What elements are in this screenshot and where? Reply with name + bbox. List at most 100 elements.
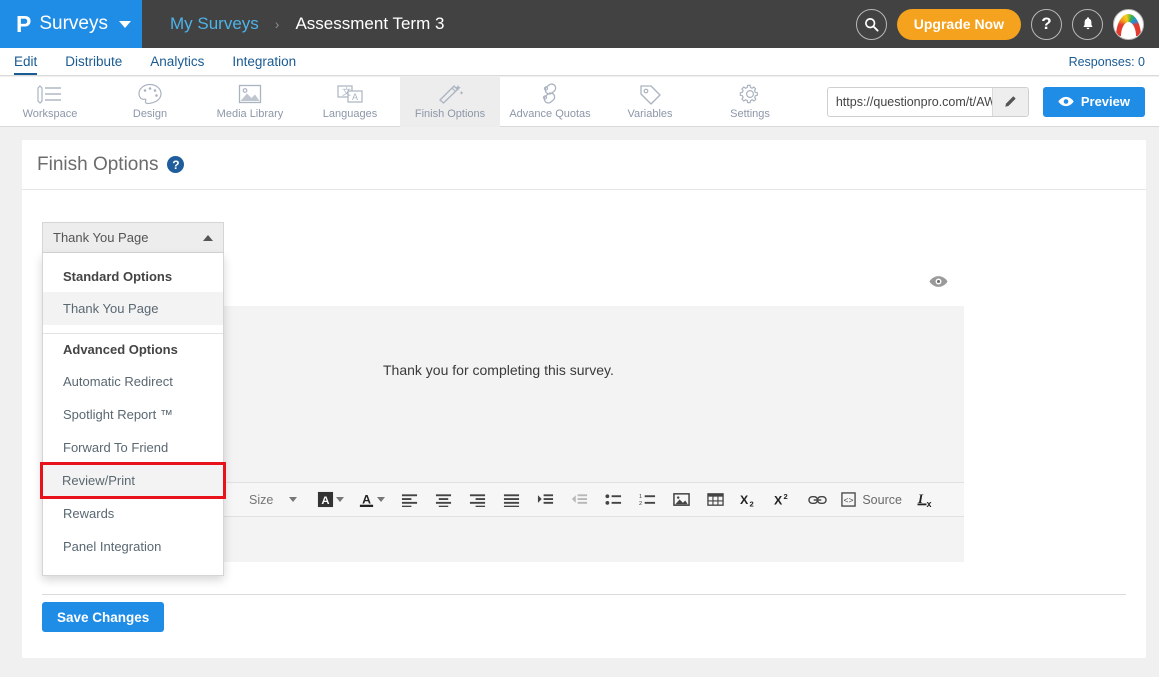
toolbar-label-advance-quotas: Advance Quotas: [509, 108, 591, 120]
editor-content-area[interactable]: Thank you for completing this survey.: [224, 306, 964, 482]
breadcrumb: My Surveys › Assessment Term 3: [170, 14, 444, 34]
rich-text-toolbar: Size A A 1 2 X 2 X 2 <> Source I x: [224, 482, 964, 517]
dropdown-item-spotlight-report[interactable]: Spotlight Report ™: [43, 398, 223, 431]
svg-text:1: 1: [639, 494, 642, 500]
toolbar-item-design[interactable]: Design: [100, 77, 200, 127]
align-left-button[interactable]: [396, 486, 422, 514]
svg-text:A: A: [362, 492, 371, 506]
dropdown-item-automatic-redirect[interactable]: Automatic Redirect: [43, 365, 223, 398]
questionpro-logo-icon: P: [16, 10, 31, 37]
source-label: Source: [862, 492, 902, 507]
breadcrumb-current-survey: Assessment Term 3: [295, 14, 445, 33]
source-code-icon: <>: [841, 492, 857, 507]
search-icon: [864, 17, 879, 32]
insert-table-button[interactable]: [702, 486, 728, 514]
dropdown-item-panel-integration[interactable]: Panel Integration: [43, 530, 223, 563]
font-size-dropdown[interactable]: Size: [242, 486, 280, 514]
remove-format-icon: I x: [917, 491, 932, 508]
align-left-icon: [401, 493, 417, 507]
dropdown-group-header-standard: Standard Options: [63, 269, 173, 284]
align-center-button[interactable]: [430, 486, 456, 514]
insert-table-icon: [707, 493, 724, 506]
question-mark-icon: ?: [1041, 14, 1052, 33]
search-button[interactable]: [855, 8, 887, 40]
superscript-button[interactable]: X 2: [770, 486, 796, 514]
brand-label: Surveys: [39, 13, 108, 34]
header-actions: Upgrade Now ?: [855, 8, 1159, 40]
svg-text:x: x: [926, 499, 931, 508]
numbered-list-button[interactable]: 1 2: [634, 486, 660, 514]
survey-url-field[interactable]: https://questionpro.com/t/AW: [826, 86, 1029, 117]
toolbar-label-languages: Languages: [322, 108, 378, 120]
dropdown-item-thank-you-page[interactable]: Thank You Page: [43, 292, 223, 325]
toolbar-label-workspace: Workspace: [22, 108, 78, 120]
dropdown-item-forward-to-friend[interactable]: Forward To Friend: [43, 431, 223, 464]
font-size-label: Size: [249, 492, 274, 507]
align-justify-button[interactable]: [498, 486, 524, 514]
toolbar-item-workspace[interactable]: Workspace: [0, 77, 100, 127]
toolbar-item-media-library[interactable]: Media Library: [200, 77, 300, 127]
palette-icon: [138, 83, 162, 105]
bell-icon: [1082, 16, 1093, 29]
source-button[interactable]: <> Source: [838, 486, 905, 514]
help-icon[interactable]: ?: [167, 156, 185, 173]
eye-icon: [1058, 96, 1074, 107]
upgrade-now-button[interactable]: Upgrade Now: [896, 8, 1021, 40]
dropdown-item-rewards[interactable]: Rewards: [43, 497, 223, 530]
notifications-button[interactable]: [1072, 8, 1103, 40]
tab-edit[interactable]: Edit: [14, 48, 38, 75]
help-button[interactable]: ?: [1031, 8, 1062, 40]
edit-url-button[interactable]: [991, 87, 1028, 116]
finish-option-select[interactable]: Thank You Page: [42, 222, 224, 253]
align-center-icon: [435, 493, 451, 507]
dropdown-item-review-print[interactable]: Review/Print: [40, 462, 226, 499]
tab-integration[interactable]: Integration: [232, 48, 296, 75]
tab-distribute[interactable]: Distribute: [65, 48, 122, 75]
bulleted-list-button[interactable]: [600, 486, 626, 514]
brand-surveys-menu[interactable]: P Surveys: [0, 0, 142, 48]
toolbar-item-finish-options[interactable]: Finish Options: [400, 76, 500, 127]
bulleted-list-icon: [605, 493, 621, 505]
indent-increase-button[interactable]: [532, 486, 558, 514]
toolbar-label-media-library: Media Library: [216, 108, 284, 120]
breadcrumb-my-surveys[interactable]: My Surveys: [170, 14, 259, 34]
breadcrumb-separator-icon: ›: [274, 16, 280, 32]
thank-you-editor: Thank you for completing this survey. Si…: [224, 262, 964, 562]
svg-text:X: X: [740, 492, 749, 506]
preview-toggle-icon[interactable]: [929, 275, 948, 293]
dropdown-group-header-advanced: Advanced Options: [63, 342, 178, 357]
preview-label: Preview: [1080, 94, 1130, 109]
toolbar-item-languages[interactable]: 文 A Languages: [300, 77, 400, 127]
tab-analytics[interactable]: Analytics: [150, 48, 204, 75]
toolbar-label-settings: Settings: [730, 108, 770, 120]
avatar[interactable]: [1113, 8, 1144, 40]
insert-image-button[interactable]: [668, 486, 694, 514]
toolbar-item-advance-quotas[interactable]: Advance Quotas: [500, 77, 600, 127]
indent-decrease-icon: [571, 493, 587, 504]
subscript-icon: X 2: [740, 492, 754, 507]
text-color-picker[interactable]: A: [355, 486, 388, 514]
background-color-picker[interactable]: A: [314, 486, 347, 514]
page-title: Finish Options: [37, 153, 159, 175]
remove-format-button[interactable]: I x: [913, 486, 939, 514]
align-right-button[interactable]: [464, 486, 490, 514]
svg-text:A: A: [352, 92, 358, 102]
font-size-caret-icon[interactable]: [280, 486, 306, 514]
save-changes-button[interactable]: Save Changes: [42, 602, 165, 632]
pencil-icon: [1005, 96, 1016, 107]
preview-button[interactable]: Preview: [1042, 86, 1145, 117]
survey-url-text: https://questionpro.com/t/AW: [835, 94, 992, 109]
align-justify-icon: [503, 493, 519, 507]
finish-option-dropdown-menu: Standard Options Thank You Page Advanced…: [40, 253, 226, 576]
indent-decrease-button[interactable]: [566, 486, 592, 514]
toolbar-item-variables[interactable]: Variables: [600, 77, 700, 127]
link-icon: [808, 495, 827, 504]
subscript-button[interactable]: X 2: [736, 486, 762, 514]
insert-link-button[interactable]: [804, 486, 830, 514]
indent-increase-icon: [537, 493, 553, 504]
svg-text:2: 2: [749, 499, 753, 507]
svg-text:<>: <>: [844, 496, 854, 506]
finish-option-selected-value: Thank You Page: [53, 230, 149, 245]
toolbar-item-settings[interactable]: Settings: [700, 77, 800, 127]
numbered-list-icon: 1 2: [639, 494, 655, 507]
